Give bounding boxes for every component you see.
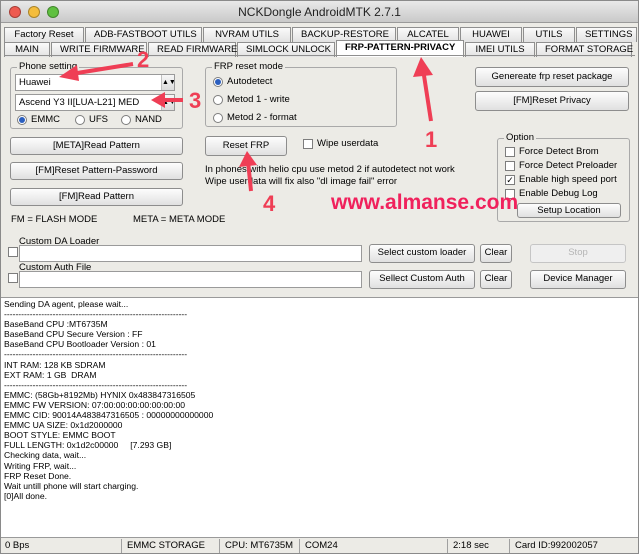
log-line: EMMC: (58Gb+8192Mb) HYNIX 0x483847316505 <box>4 389 196 400</box>
log-line: EMMC CID: 90014A483847316505 : 000000000… <box>4 410 214 421</box>
status-card-id: Card ID:992002057 <box>515 540 598 551</box>
log-line: EMMC FW VERSION: 07:00:00:00:00:00:00:00 <box>4 399 186 410</box>
annotation-number-4: 4 <box>263 191 276 216</box>
log-line: Wait untill phone will start charging. <box>4 480 139 491</box>
status-speed: 0 Bps <box>5 540 30 551</box>
status-port: COM24 <box>305 540 338 551</box>
status-cpu: CPU: MT6735M <box>225 540 294 551</box>
app-window: NCKDongle AndroidMTK 2.7.1 Factory Reset… <box>0 0 639 554</box>
annotation-arrows <box>59 57 433 192</box>
watermark-website: www.almanse.com <box>331 191 519 214</box>
annotation-number-1: 1 <box>425 127 438 152</box>
log-line: BaseBand CPU Secure Version : FF <box>4 329 143 340</box>
log-line: ----------------------------------------… <box>4 349 188 360</box>
log-output[interactable]: Sending DA agent, please wait... --------… <box>1 297 638 537</box>
log-line: FRP Reset Done. <box>4 470 72 481</box>
log-line: BOOT STYLE: EMMC BOOT <box>4 430 116 441</box>
log-line: [0]All done. <box>4 490 47 501</box>
annotation-number-2: 2 <box>137 47 150 72</box>
log-line: ----------------------------------------… <box>4 379 188 390</box>
log-line: Checking data, wait... <box>4 450 87 461</box>
status-bar: 0 Bps EMMC STORAGE CPU: MT6735M COM24 2:… <box>1 537 638 553</box>
log-line: BaseBand CPU :MT6735M <box>4 319 108 330</box>
log-line: BaseBand CPU Bootloader Version : 01 <box>4 339 156 350</box>
log-line: FULL LENGTH: 0x1d2c00000 [7.293 GB] <box>4 440 172 451</box>
log-line: EXT RAM: 1 GB DRAM <box>4 369 97 380</box>
annotation-number-3: 3 <box>189 88 202 113</box>
log-line: Sending DA agent, please wait... <box>4 299 129 309</box>
log-line: INT RAM: 128 KB SDRAM <box>4 359 106 370</box>
status-storage: EMMC STORAGE <box>127 540 205 551</box>
log-line: EMMC UA SIZE: 0x1d2000000 <box>4 420 123 431</box>
log-line: Writing FRP, wait... <box>4 460 77 471</box>
status-time: 2:18 sec <box>453 540 489 551</box>
log-line: ----------------------------------------… <box>4 309 188 320</box>
